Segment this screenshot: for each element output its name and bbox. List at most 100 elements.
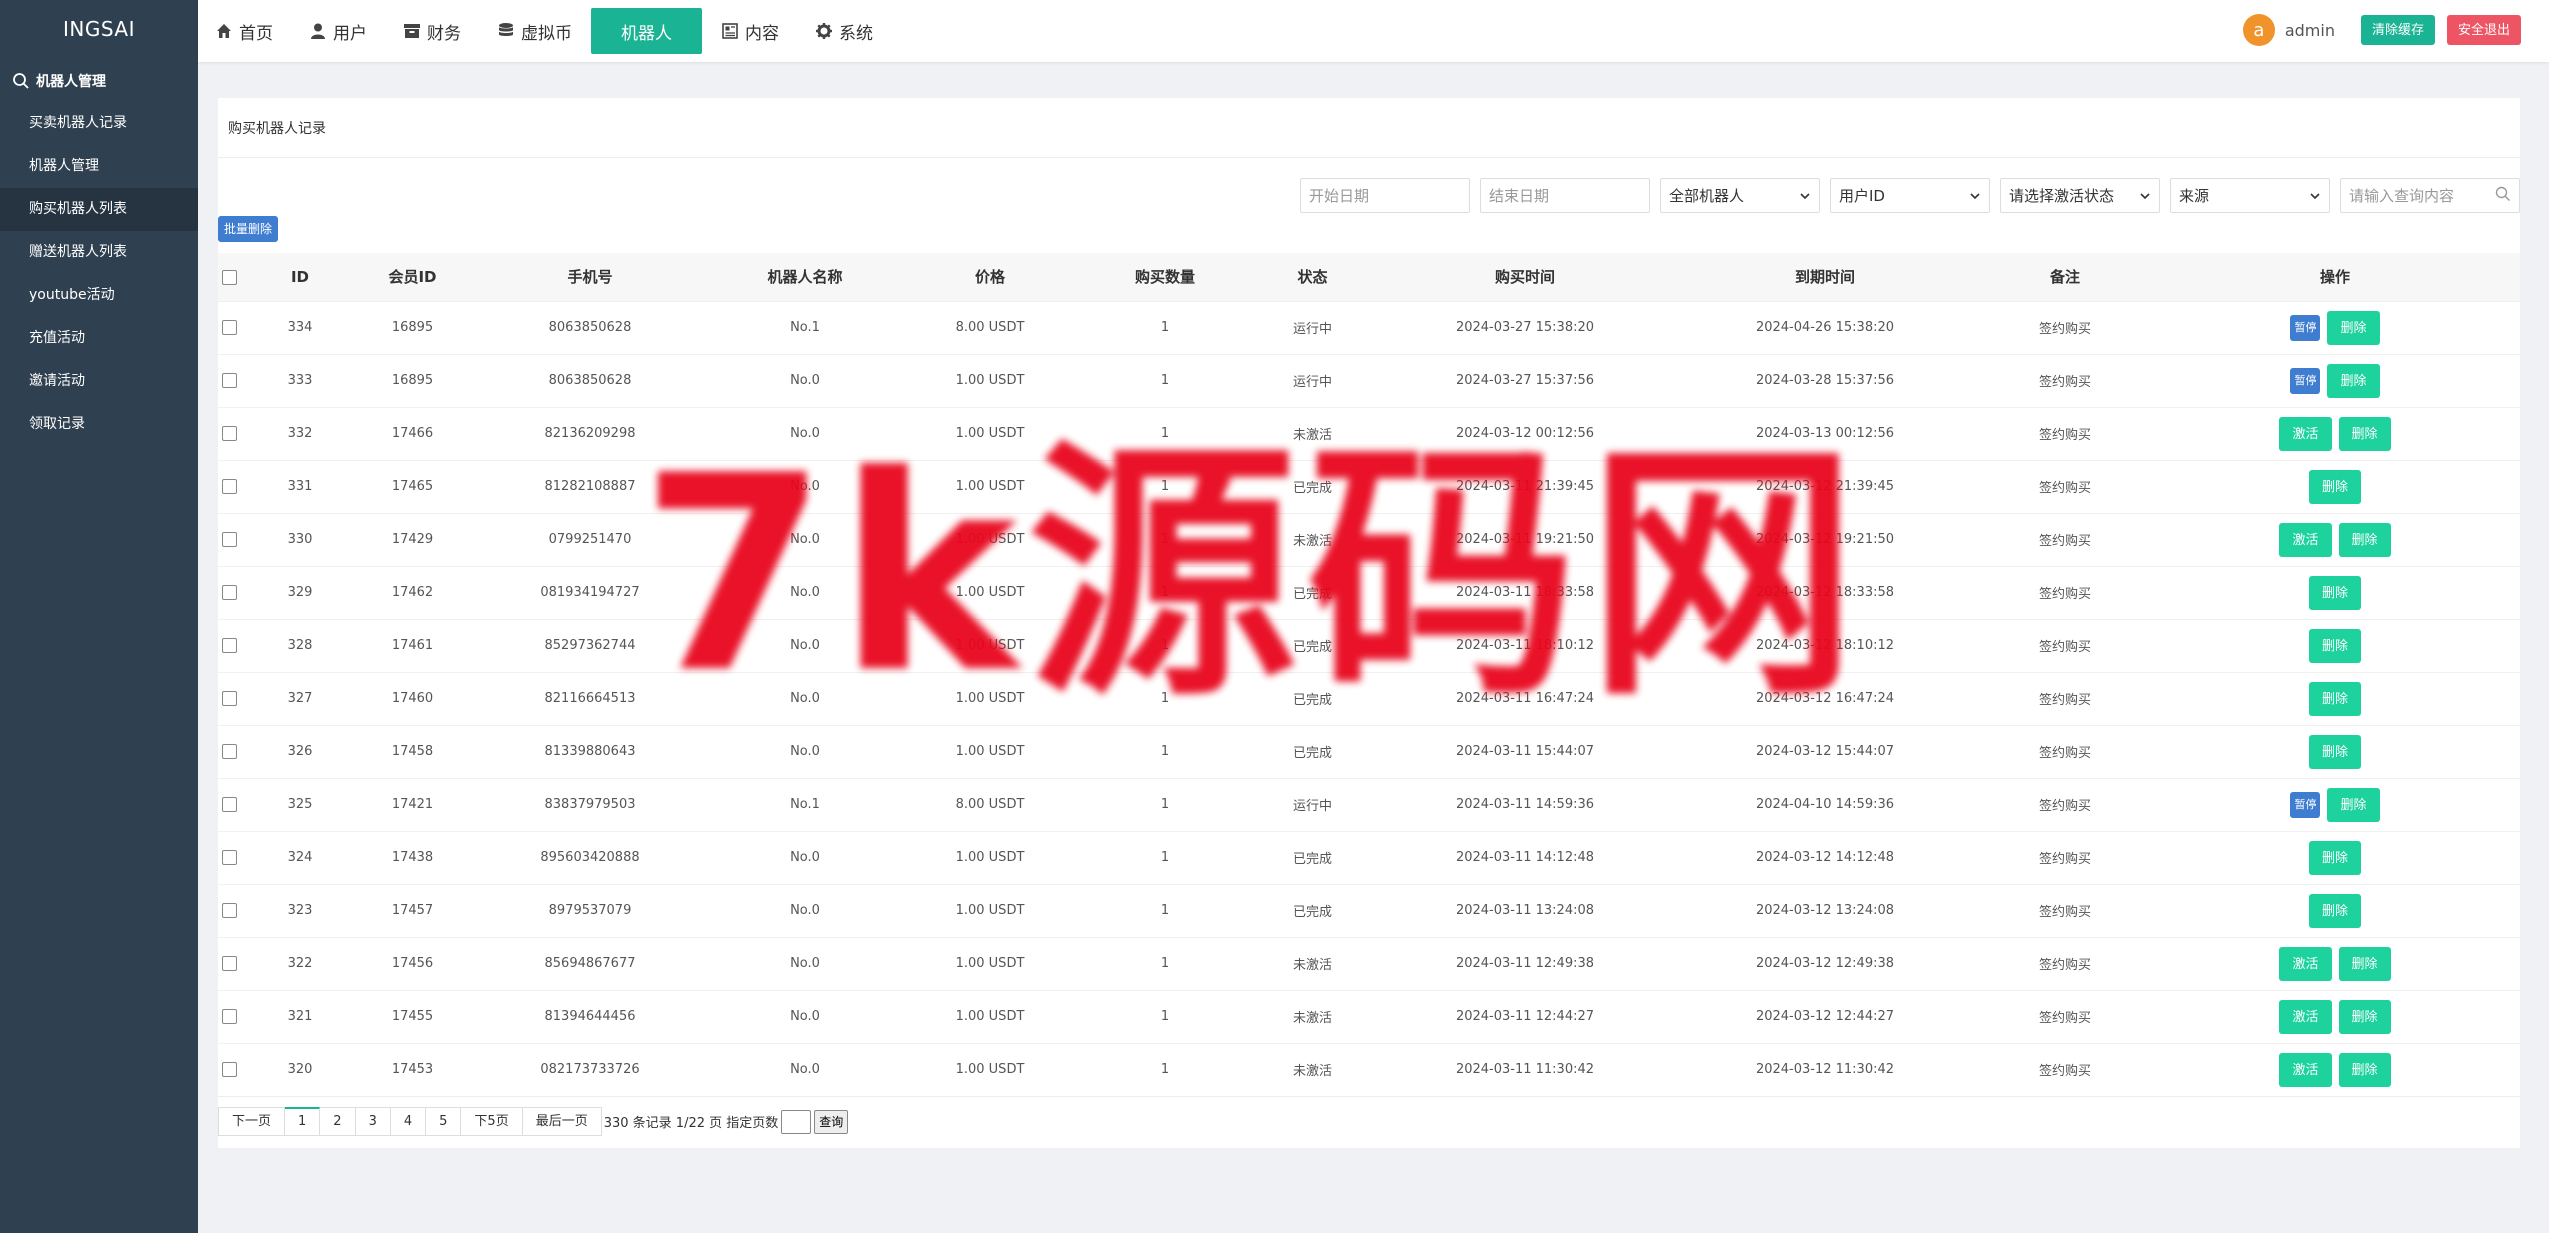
nav-crypto[interactable]: 虚拟币 [480,8,589,54]
delete-button[interactable]: 删除 [2308,575,2361,610]
page-3[interactable]: 3 [355,1107,391,1136]
user-select[interactable]: 用户ID [1830,178,1990,213]
sidebar-item-invite[interactable]: 邀请活动 [0,360,198,403]
row-checkbox[interactable] [221,1062,237,1077]
clear-cache-button[interactable]: 清除缓存 [2360,15,2435,45]
delete-button[interactable]: 删除 [2338,522,2391,557]
sidebar-item-gift-list[interactable]: 赠送机器人列表 [0,231,198,274]
cell-member-id: 17456 [360,936,465,990]
activate-button[interactable]: 激活 [2279,999,2332,1034]
page-next5-button[interactable]: 下5页 [461,1107,523,1136]
cell-note: 签约购买 [1980,565,2150,619]
nav-user[interactable]: 用户 [292,8,384,54]
archive-icon [403,22,421,40]
cell-price: 1.00 USDT [895,618,1085,672]
delete-button[interactable]: 删除 [2338,416,2391,451]
row-checkbox[interactable] [221,426,237,441]
row-checkbox[interactable] [221,373,237,388]
row-checkbox[interactable] [221,320,237,335]
cell-robot-name: No.0 [715,565,895,619]
row-checkbox[interactable] [221,532,237,547]
delete-button[interactable]: 删除 [2327,787,2380,822]
avatar[interactable]: a [2242,14,2275,46]
sidebar-item-recharge[interactable]: 充值活动 [0,317,198,360]
end-date-input[interactable]: 结束日期 [1480,178,1650,213]
delete-button[interactable]: 删除 [2308,893,2361,928]
row-checkbox[interactable] [221,585,237,600]
page-2[interactable]: 2 [320,1107,356,1136]
row-checkbox[interactable] [221,744,237,759]
row-checkbox[interactable] [221,850,237,865]
pause-button[interactable]: 暂停 [2290,314,2321,341]
page-goto-input[interactable] [781,1109,812,1134]
activate-button[interactable]: 激活 [2279,522,2332,557]
row-checkbox[interactable] [221,903,237,918]
start-date-input[interactable]: 开始日期 [1300,178,1470,213]
page-4[interactable]: 4 [390,1107,427,1136]
nav-system[interactable]: 系统 [798,8,890,54]
cell-id: 330 [240,512,360,566]
batch-delete-button[interactable]: 批量删除 [218,216,279,242]
sidebar-item-purchase-list[interactable]: 购买机器人列表 [0,188,198,231]
page-prev-button[interactable]: 下一页 [218,1107,286,1136]
sidebar-item-trade-records[interactable]: 买卖机器人记录 [0,102,198,145]
robot-select[interactable]: 全部机器人 [1660,178,1820,213]
cell-member-id: 17429 [360,512,465,566]
page-5[interactable]: 5 [426,1107,462,1136]
row-checkbox[interactable] [221,1009,237,1024]
source-select[interactable]: 来源 [2170,178,2330,213]
row-checkbox[interactable] [221,479,237,494]
pause-button[interactable]: 暂停 [2290,367,2321,394]
sidebar-item-robot-management[interactable]: 机器人管理 [0,145,198,188]
document-icon [721,22,739,40]
nav-robot[interactable]: 机器人 [591,8,702,54]
cell-member-id: 16895 [360,300,465,354]
delete-button[interactable]: 删除 [2308,469,2361,504]
delete-button[interactable]: 删除 [2338,1052,2391,1087]
cell-note: 签约购买 [1980,671,2150,725]
delete-button[interactable]: 删除 [2308,628,2361,663]
top-right-area: a admin 清除缓存 安全退出 [2242,14,2521,46]
delete-button[interactable]: 删除 [2308,681,2361,716]
cell-price: 1.00 USDT [895,883,1085,937]
nav-finance[interactable]: 财务 [386,8,478,54]
logout-button[interactable]: 安全退出 [2446,15,2521,45]
page-go-button[interactable]: 查询 [814,1109,849,1134]
sidebar-item-youtube[interactable]: youtube活动 [0,274,198,317]
delete-button[interactable]: 删除 [2308,734,2361,769]
activate-button[interactable]: 激活 [2279,416,2332,451]
activate-button[interactable]: 激活 [2279,1052,2332,1087]
cell-phone: 8979537079 [465,883,715,937]
delete-button[interactable]: 删除 [2327,310,2380,345]
row-checkbox[interactable] [221,956,237,971]
table-row: 323 17457 8979537079 No.0 1.00 USDT 1 已完成 2024-… [218,883,2520,937]
nav-home[interactable]: 首页 [198,8,290,54]
select-all-checkbox[interactable] [221,269,237,285]
delete-button[interactable]: 删除 [2327,363,2380,398]
search-icon[interactable] [2495,186,2511,206]
row-checkbox[interactable] [221,797,237,812]
sidebar-section-robot-management[interactable]: 机器人管理 [0,60,198,102]
delete-button[interactable]: 删除 [2338,999,2391,1034]
row-checkbox[interactable] [221,638,237,653]
delete-button[interactable]: 删除 [2308,840,2361,875]
cell-price: 1.00 USDT [895,671,1085,725]
nav-content-label: 内容 [745,23,779,44]
cell-robot-name: No.0 [715,724,895,778]
status-select[interactable]: 请选择激活状态 [2000,178,2160,213]
cell-id: 329 [240,565,360,619]
nav-content[interactable]: 内容 [704,8,796,54]
cell-price: 1.00 USDT [895,459,1085,513]
cell-buy-time: 2024-03-11 18:33:58 [1380,565,1670,619]
pause-button[interactable]: 暂停 [2290,791,2321,818]
admin-name[interactable]: admin [2285,21,2335,40]
sidebar-item-claim-records[interactable]: 领取记录 [0,403,198,446]
cell-expire-time: 2024-03-12 15:44:07 [1670,724,1980,778]
search-input[interactable]: 请输入查询内容 [2340,178,2520,213]
row-checkbox[interactable] [221,691,237,706]
row-select-cell [218,883,240,937]
page-last-button[interactable]: 最后一页 [522,1107,602,1136]
page-1[interactable]: 1 [285,1107,321,1136]
delete-button[interactable]: 删除 [2338,946,2391,981]
activate-button[interactable]: 激活 [2279,946,2332,981]
